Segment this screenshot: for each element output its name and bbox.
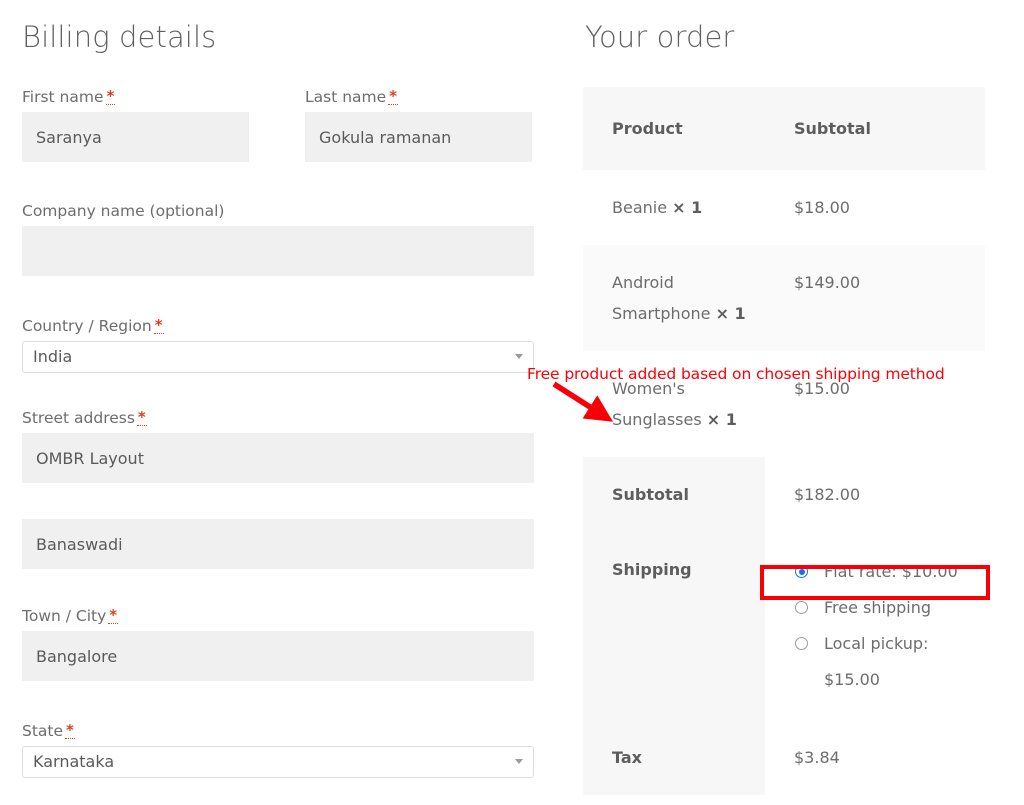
order-item-name: Beanie: [612, 198, 668, 217]
order-item-name-cell: Beanie × 1: [583, 170, 765, 245]
shipping-method-local-pickup[interactable]: Local pickup: $15.00: [794, 626, 985, 698]
radio-unselected-icon[interactable]: [795, 637, 808, 650]
radio-unselected-icon[interactable]: [795, 601, 808, 614]
label-state: State *: [22, 721, 75, 740]
state-select-wrapper[interactable]: Karnataka: [22, 746, 534, 778]
order-shipping-label: Shipping: [583, 532, 765, 720]
order-item-subtotal: $18.00: [765, 170, 985, 245]
field-town-city: Town / City *: [22, 607, 534, 681]
first-name-input[interactable]: [22, 112, 249, 162]
shipping-method-label: Free shipping: [824, 598, 932, 617]
street-address-input[interactable]: [22, 433, 534, 483]
required-asterisk: *: [105, 87, 116, 105]
street-address-2-input[interactable]: [22, 519, 534, 569]
page-title-billing-details: Billing details: [22, 20, 217, 54]
field-country-region: Country / Region * India: [22, 317, 534, 373]
shipping-method-free-shipping[interactable]: Free shipping: [794, 590, 985, 626]
order-line-item-row: Android Smartphone × 1 $149.00: [583, 245, 985, 351]
order-subtotal-row: Subtotal $182.00: [583, 457, 985, 532]
required-asterisk: *: [65, 721, 75, 739]
town-city-input[interactable]: [22, 631, 534, 681]
shipping-method-list: Flat rate: $10.00 Free shipping Local pi…: [794, 554, 985, 698]
order-item-name: Android Smartphone: [612, 273, 711, 323]
label-street-address: Street address *: [22, 408, 147, 427]
label-country-region: Country / Region *: [22, 316, 164, 335]
order-item-quantity: × 1: [672, 198, 703, 217]
order-tax-row: Tax $3.84: [583, 720, 985, 795]
order-subtotal-label: Subtotal: [583, 457, 765, 532]
required-asterisk: *: [153, 316, 164, 334]
shipping-method-flat-rate[interactable]: Flat rate: $10.00: [794, 554, 985, 590]
order-shipping-options-cell: Flat rate: $10.00 Free shipping Local pi…: [765, 532, 985, 720]
field-street-address-2: [22, 519, 534, 569]
shipping-method-label: Local pickup: $15.00: [824, 634, 929, 689]
label-town-city: Town / City *: [22, 606, 119, 625]
order-item-quantity: × 1: [706, 410, 737, 429]
order-item-name-cell: Android Smartphone × 1: [583, 245, 765, 351]
field-first-name: First name *: [22, 88, 249, 162]
country-select[interactable]: India: [22, 341, 534, 373]
order-tax-value: $3.84: [765, 720, 985, 795]
page-title-your-order: Your order: [585, 20, 735, 54]
order-table-header-row: Product Subtotal: [583, 87, 985, 170]
country-select-wrapper[interactable]: India: [22, 341, 534, 373]
field-state: State * Karnataka: [22, 722, 534, 778]
required-asterisk: *: [108, 606, 119, 624]
field-street-address: Street address *: [22, 409, 534, 483]
order-item-name: Women's Sunglasses: [612, 379, 702, 429]
field-last-name: Last name *: [305, 88, 532, 162]
order-item-subtotal: $149.00: [765, 245, 985, 351]
order-line-item-row: Beanie × 1 $18.00: [583, 170, 985, 245]
column-header-product: Product: [583, 87, 765, 170]
last-name-input[interactable]: [305, 112, 532, 162]
state-select[interactable]: Karnataka: [22, 746, 534, 778]
label-first-name: First name *: [22, 87, 116, 106]
order-subtotal-value: $182.00: [765, 457, 985, 532]
radio-selected-icon[interactable]: [795, 565, 808, 578]
company-name-input[interactable]: [22, 226, 534, 276]
label-last-name: Last name *: [305, 87, 399, 106]
order-item-quantity: × 1: [715, 304, 746, 323]
shipping-method-label: Flat rate: $10.00: [824, 562, 958, 581]
order-tax-label: Tax: [583, 720, 765, 795]
column-header-subtotal: Subtotal: [765, 87, 985, 170]
annotation-free-product-note: Free product added based on chosen shipp…: [527, 365, 945, 383]
required-asterisk: *: [388, 87, 399, 105]
label-company-name: Company name (optional): [22, 202, 225, 220]
order-review-table: Product Subtotal Beanie × 1 $18.00 Andro…: [583, 87, 985, 795]
required-asterisk: *: [136, 408, 147, 426]
order-shipping-row: Shipping Flat rate: $10.00 Free shipping…: [583, 532, 985, 720]
field-company-name: Company name (optional): [22, 202, 534, 276]
